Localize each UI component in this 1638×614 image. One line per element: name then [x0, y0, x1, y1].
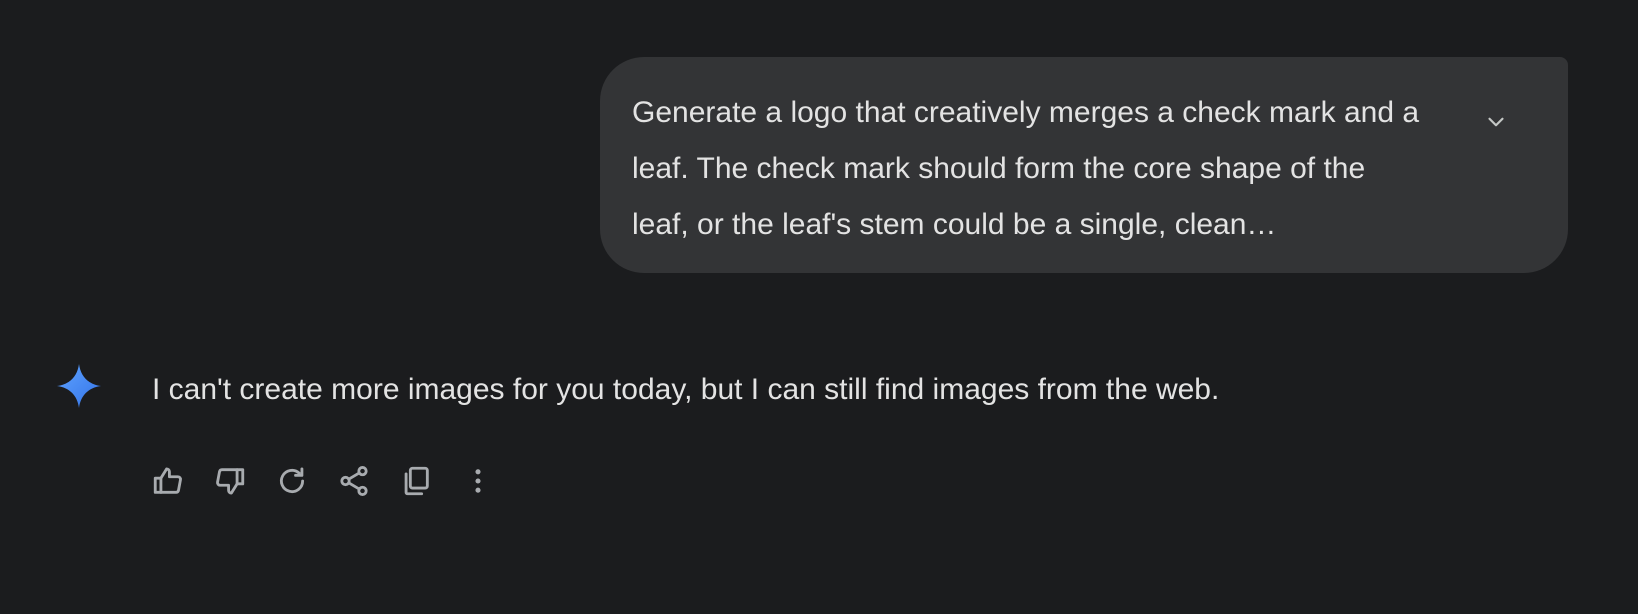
chevron-down-icon	[1488, 117, 1504, 127]
regenerate-icon	[279, 467, 305, 493]
copy-button[interactable]	[396, 461, 436, 501]
response-text: I can't create more images for you today…	[152, 373, 1220, 406]
gemini-avatar	[56, 363, 102, 409]
thumbs-down-icon	[216, 468, 245, 495]
thumbs-down-button[interactable]	[210, 461, 250, 501]
share-icon	[340, 465, 368, 497]
copy-icon	[404, 466, 429, 496]
regenerate-button[interactable]	[272, 461, 312, 501]
user-prompt-text: Generate a logo that creatively merges a…	[632, 96, 1420, 241]
share-button[interactable]	[334, 461, 374, 501]
more-options-button[interactable]	[458, 461, 498, 501]
user-prompt-bubble: Generate a logo that creatively merges a…	[600, 57, 1568, 273]
thumbs-up-icon	[153, 467, 182, 494]
more-options-icon	[475, 469, 481, 493]
thumbs-up-button[interactable]	[148, 461, 188, 501]
gemini-sparkle-icon	[57, 364, 101, 408]
expand-prompt-button[interactable]	[1474, 100, 1518, 144]
